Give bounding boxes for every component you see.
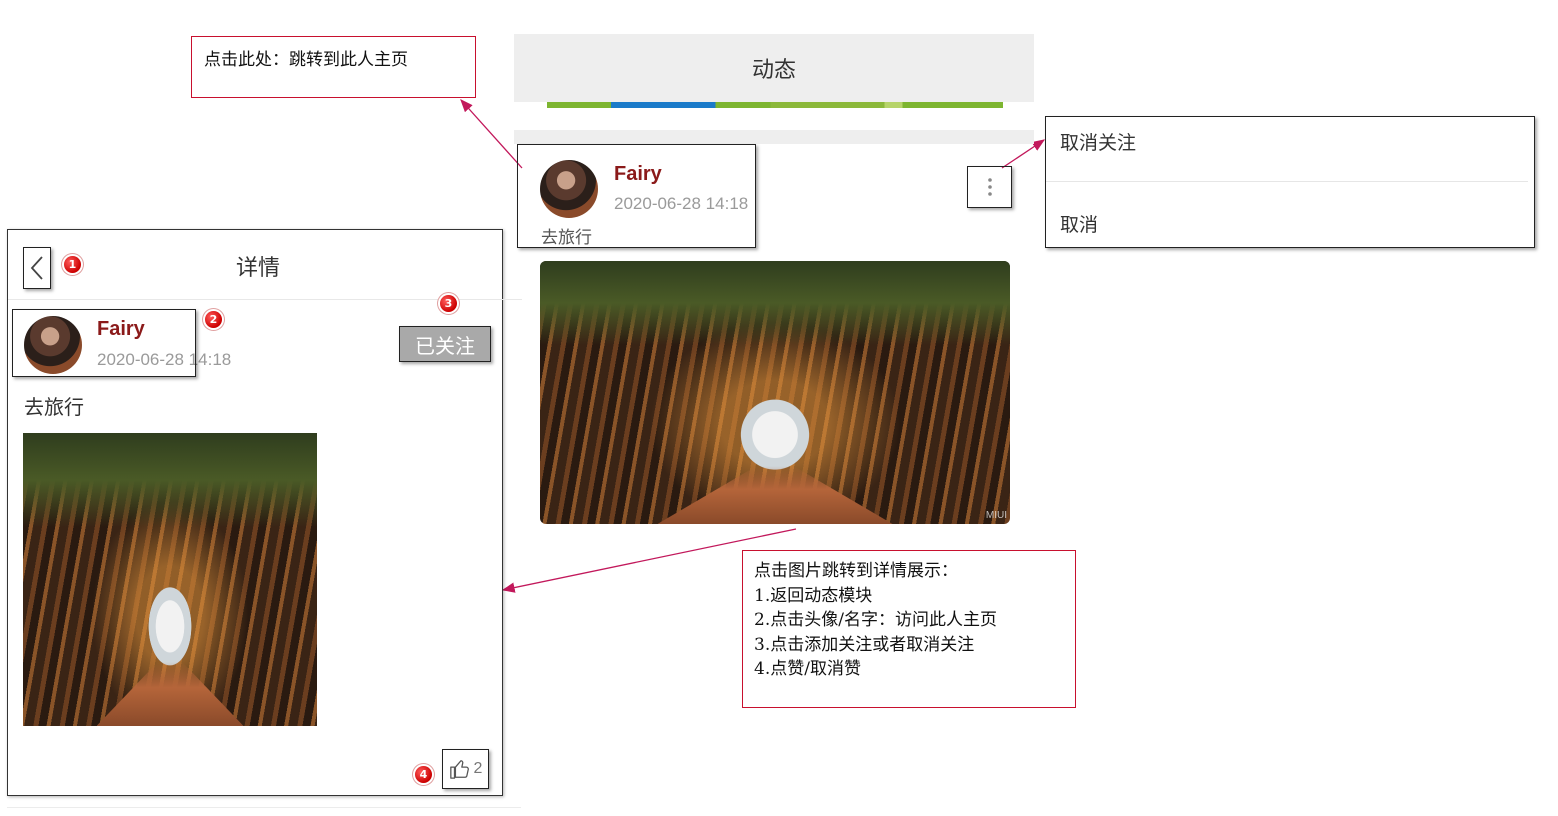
feed-divider	[514, 130, 1034, 144]
panel-bottom-line	[7, 807, 521, 808]
follow-button[interactable]: 已关注	[399, 326, 491, 362]
follow-button-label: 已关注	[415, 333, 475, 358]
menu-item-cancel[interactable]: 取消	[1060, 210, 1098, 237]
detail-panel: 详情 Fairy 2020-06-28 14:18 已关注 去旅行 2 1 2 …	[7, 229, 522, 796]
detail-note-line-5: 4.点赞/取消赞	[754, 659, 861, 679]
back-arrow-icon	[30, 256, 43, 280]
badge-2: 2	[205, 311, 222, 328]
more-options-button[interactable]	[967, 166, 1012, 208]
thumbs-up-icon	[449, 760, 469, 779]
detail-note-line-3: 2.点击头像/名字：访问此人主页	[754, 610, 997, 630]
more-vertical-icon	[987, 178, 992, 196]
detail-post-text: 去旅行	[24, 395, 84, 419]
photo-road	[96, 661, 244, 726]
photo-canopy	[23, 433, 317, 527]
profile-annotation-note: 点击此处：跳转到此人主页	[191, 36, 476, 98]
arrow-menu	[1001, 139, 1046, 169]
feed-post-photo[interactable]: MIUI	[540, 261, 1010, 524]
badge-1: 1	[64, 256, 81, 273]
profile-annotation-text: 点击此处：跳转到此人主页	[204, 50, 408, 70]
popup-menu-divider	[1046, 181, 1528, 182]
detail-note-line-4: 3.点击添加关注或者取消关注	[754, 634, 975, 655]
photo-watermark: MIUI	[985, 510, 1007, 521]
detail-note-line-1: 点击图片跳转到详情展示：	[754, 561, 958, 581]
feed-title: 动态	[751, 58, 796, 83]
feed-header: 动态	[514, 34, 1034, 102]
badge-4: 4	[415, 766, 432, 783]
menu-item-unfollow[interactable]: 取消关注	[1060, 128, 1136, 155]
banner-strip	[547, 102, 1003, 108]
detail-author-highlight	[12, 309, 196, 377]
photo-road	[657, 466, 893, 524]
back-button[interactable]	[23, 247, 51, 289]
badge-3: 3	[440, 295, 457, 312]
photo-canopy	[540, 261, 1010, 346]
feed-author-highlight	[517, 144, 756, 248]
like-count: 2	[473, 760, 483, 777]
detail-annotation-note: 点击图片跳转到详情展示： 1.返回动态模块 2.点击头像/名字：访问此人主页 3…	[742, 550, 1076, 708]
detail-note-line-2: 1.返回动态模块	[754, 585, 873, 606]
arrow-profile-note	[460, 99, 523, 169]
detail-title: 详情	[235, 256, 280, 281]
like-button[interactable]: 2	[442, 749, 489, 789]
detail-post-photo[interactable]	[23, 433, 317, 726]
